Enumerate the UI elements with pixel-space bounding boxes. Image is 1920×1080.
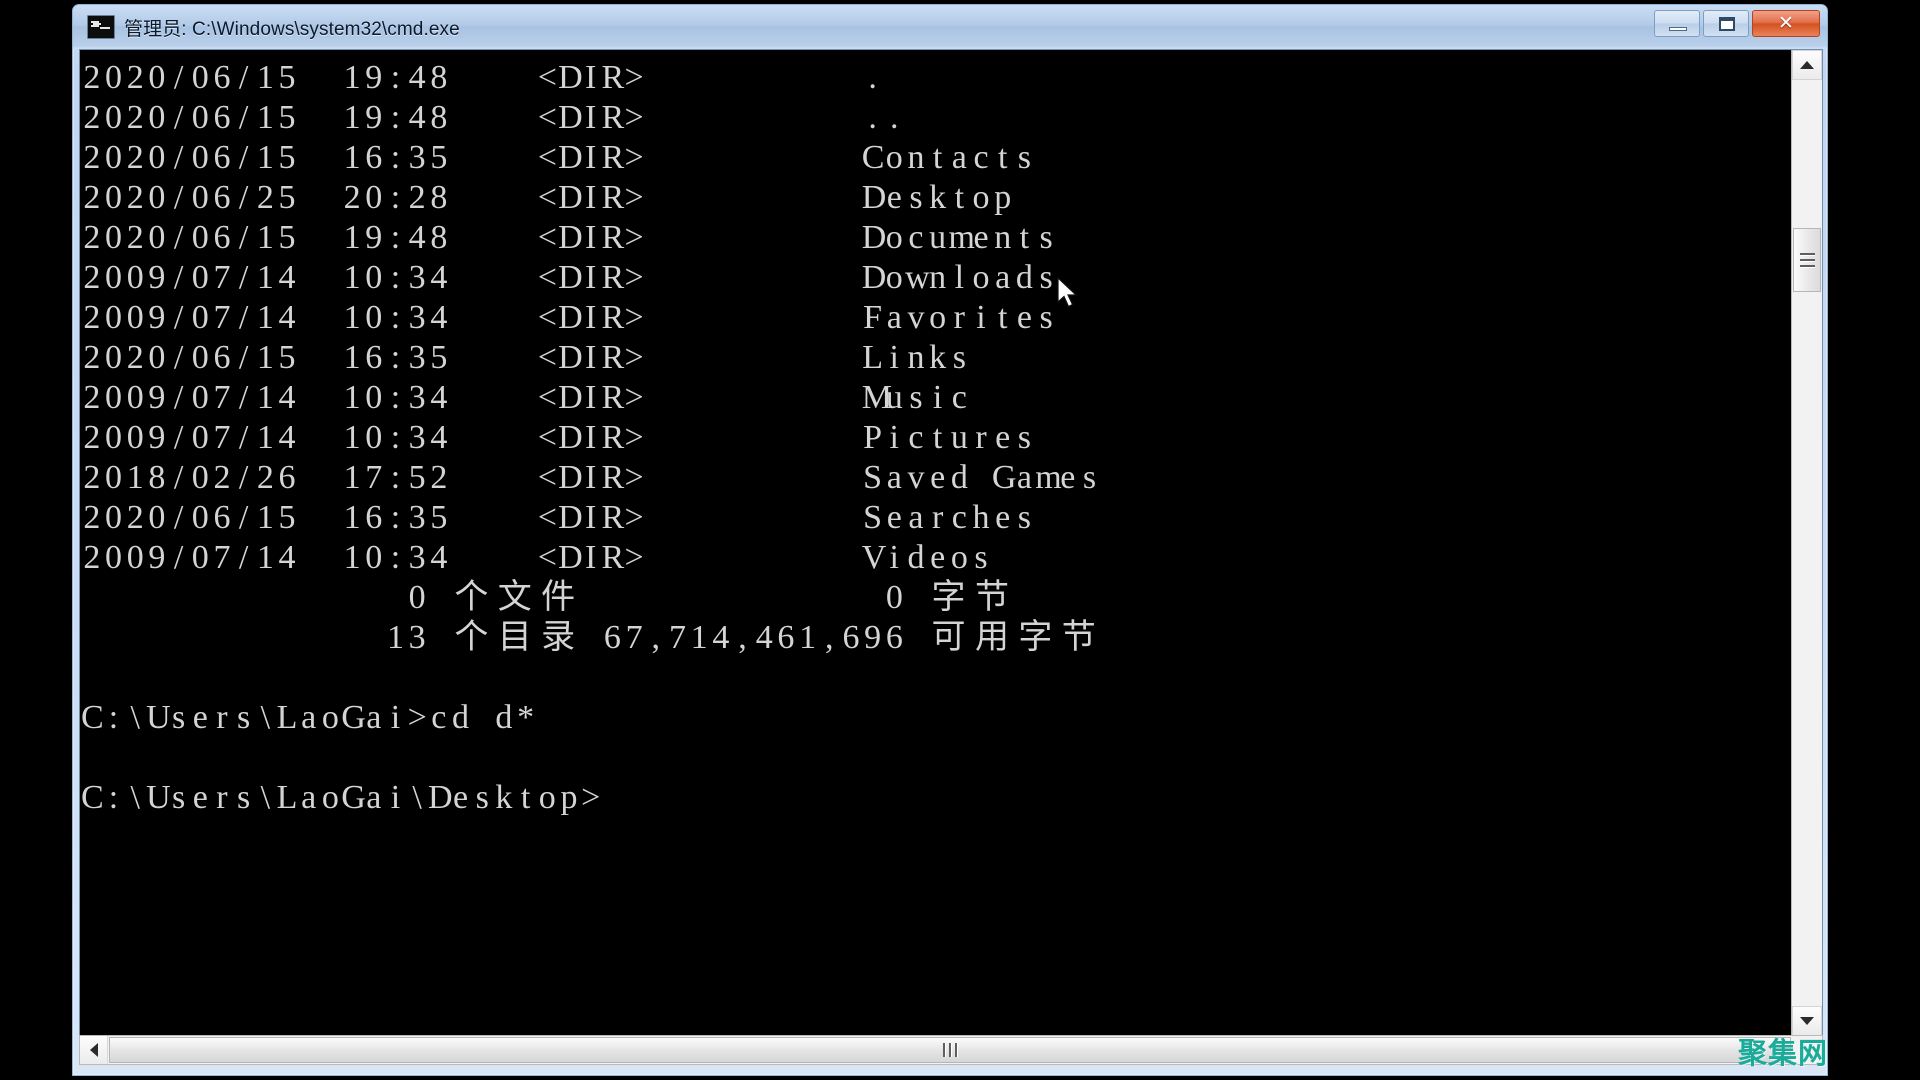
grip-line	[1799, 252, 1815, 256]
arrow-up-icon	[1800, 61, 1814, 69]
grip-line	[1799, 258, 1815, 262]
horizontal-scrollbar-thumb[interactable]	[109, 1037, 1791, 1063]
console-line: 2 0 2 0/0 6/1 5 19:48 <DI R> .	[83, 59, 877, 96]
console-line: 2 0 0 9/0 7/1 4 10:34 <DI R> Favorites	[83, 299, 1053, 336]
console-line: 2 0 0 9/0 7/1 4 10:34 <DI R> Pictures	[83, 419, 1032, 456]
arrow-down-icon	[1800, 1017, 1814, 1025]
grip-line	[942, 1043, 946, 1057]
site-watermark: 聚集网	[1738, 1036, 1829, 1070]
cmd-console-window: 管理员: C:\Windows\system32\cmd.exe ✕ 2 0 2 0/…	[72, 4, 1828, 1076]
console-line: 2 0 0 9/0 7/1 4 10:34 <DI R> Vi d e o s	[83, 539, 988, 576]
console-line: 0 个文件 0 字节	[408, 579, 1009, 616]
console-line: 2 0 2 0/0 6/1 5 16:35 <DI R> Links	[83, 339, 966, 376]
console-line: 2 0 0 9/0 7/1 4 10:34 <DI R> Mu s i c	[83, 379, 967, 416]
console-line: 2 0 2 0/0 6/1 5 16:35 <DI R> Searches	[83, 499, 1032, 536]
cmd-console-icon	[87, 15, 115, 39]
console-line: C: \ Us e r s \ La oGa i \ De s k t o p >	[81, 779, 601, 816]
horizontal-scrollbar[interactable]	[79, 1035, 1823, 1065]
console-line: 2 0 2 0/0 6/2 5 20:28 <DI R> De s k t o p	[83, 179, 1012, 216]
close-icon: ✕	[1778, 13, 1794, 34]
console-line: 13 个目录 67,714,461,696 可用字节	[386, 619, 1096, 656]
vertical-scrollbar[interactable]	[1791, 50, 1822, 1036]
maximize-button[interactable]	[1703, 10, 1749, 37]
minimize-icon	[1669, 27, 1687, 31]
grip-line	[954, 1043, 958, 1057]
console-line: C: \ Us e r s \ La oGa i > c d d *	[81, 699, 535, 736]
scroll-up-button[interactable]	[1792, 50, 1822, 80]
console-line: 2 0 0 9/0 7/1 4 10:34 <DI R> Down l o a d s	[83, 259, 1053, 296]
console-output: 2 0 2 0/0 6/1 5 19:48 <DI R> . 2 0 2 0/0 6/1 5 19:48…	[80, 50, 1792, 1036]
console-line: 2 0 2 0/0 6/1 5 19:48 <DI R> ..	[83, 99, 899, 136]
arrow-left-icon	[89, 1043, 98, 1057]
console-line: 2 0 2 0/0 6/1 5 16:35 <DI R> Co n t a c t s	[83, 139, 1032, 176]
console-line: 2 0 1 8/0 2/2 6 17:52 <DI R> Saved Game s	[83, 459, 1097, 496]
window-controls: ✕	[1654, 10, 1820, 37]
vertical-scrollbar-thumb[interactable]	[1793, 228, 1821, 292]
window-titlebar[interactable]: 管理员: C:\Windows\system32\cmd.exe ✕	[73, 5, 1827, 49]
desktop-background: 管理员: C:\Windows\system32\cmd.exe ✕ 2 0 2 0/…	[0, 0, 1920, 1080]
console-line: 2 0 2 0/0 6/1 5 19:48 <DI R> Do c ume n t s	[83, 219, 1053, 256]
minimize-button[interactable]	[1654, 10, 1700, 37]
console-client-area[interactable]: 2 0 2 0/0 6/1 5 19:48 <DI R> . 2 0 2 0/0 6/1 5 19:48…	[79, 49, 1823, 1037]
grip-line	[948, 1043, 952, 1057]
grip-line	[1799, 264, 1815, 268]
maximize-icon	[1719, 17, 1735, 31]
scroll-left-button[interactable]	[80, 1036, 108, 1064]
close-button[interactable]: ✕	[1752, 10, 1820, 37]
window-title: 管理员: C:\Windows\system32\cmd.exe	[124, 18, 460, 40]
